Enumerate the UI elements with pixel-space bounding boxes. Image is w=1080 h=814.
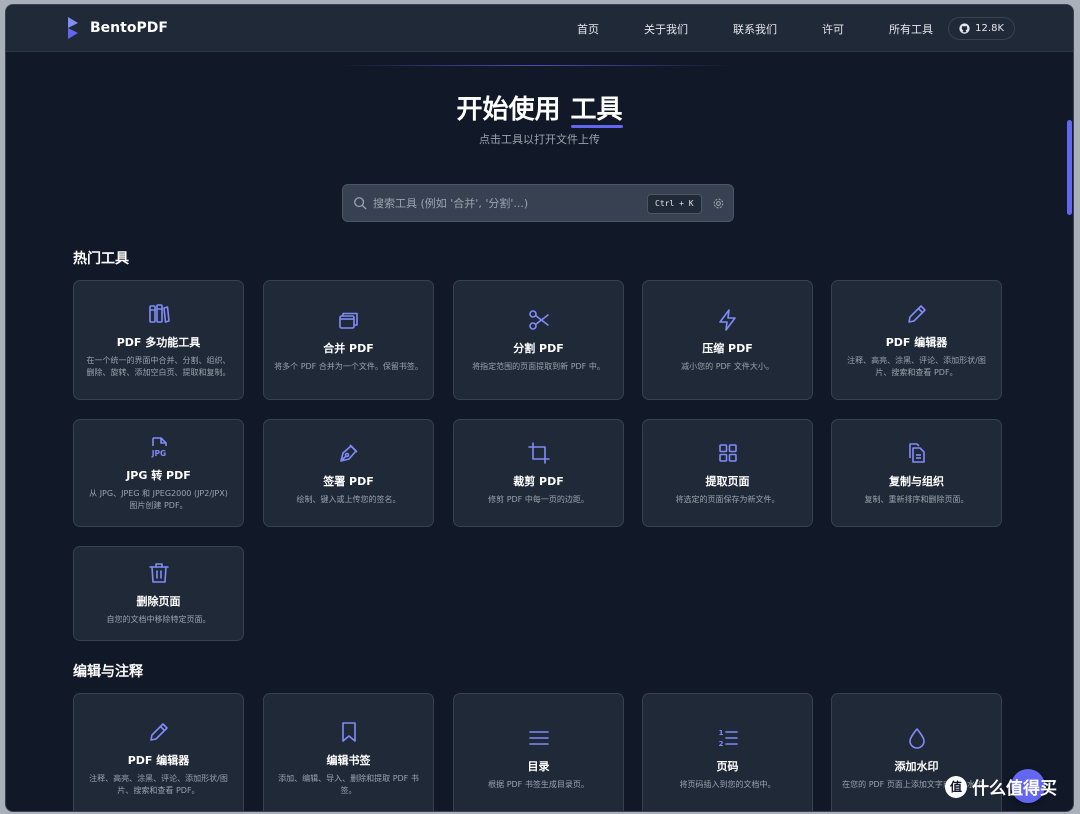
tool-card-table-of-contents[interactable]: 目录 根据 PDF 书签生成目录页。 (453, 693, 624, 811)
tool-card-pdf-editor-2[interactable]: PDF 编辑器 注释、高亮、涂黑、评论、添加形状/图片、搜索和查看 PDF。 (73, 693, 244, 811)
tool-card-title: 压缩 PDF (702, 341, 753, 355)
tool-card-sign-pdf[interactable]: 签署 PDF 绘制、键入或上传您的签名。 (263, 419, 434, 527)
bookmark-icon (341, 721, 356, 742)
tool-card-title: 添加水印 (894, 759, 939, 773)
pencil-icon (907, 304, 926, 323)
tool-card-desc: 复制、重新排序和删除页面。 (864, 494, 969, 504)
pencil-icon (149, 722, 168, 741)
tool-card-pdf-multi-tool[interactable]: PDF 多功能工具 在一个统一的界面中合并、分割、组织、删除、旋转、添加空白页、… (73, 280, 244, 400)
tool-card-desc: 绘制、键入或上传您的签名。 (296, 494, 401, 504)
watermark-logo: 值 (945, 775, 967, 798)
bento-logo-icon (68, 17, 78, 39)
tool-card-title: PDF 编辑器 (127, 753, 190, 767)
header-divider (336, 65, 736, 66)
github-icon (959, 23, 970, 34)
nav-contact[interactable]: 联系我们 (733, 21, 777, 37)
tool-card-copy-organize[interactable]: 复制与组织 复制、重新排序和删除页面。 (831, 419, 1002, 527)
tool-card-desc: 自您的文档中移除特定页面。 (106, 615, 211, 624)
multi-tool-icon (148, 303, 170, 323)
tool-card-title: PDF 多功能工具 (116, 335, 201, 349)
tool-card-desc: 在一个统一的界面中合并、分割、组织、删除、旋转、添加空白页、提取和复制。 (86, 355, 231, 377)
tool-card-desc: 修剪 PDF 中每一页的边距。 (488, 494, 589, 504)
tool-card-desc: 将多个 PDF 合并为一个文件。保留书签。 (274, 361, 423, 371)
search-icon (354, 197, 367, 210)
grid-icon (718, 443, 737, 462)
tool-card-title: 提取页面 (705, 474, 750, 488)
tool-card-title: 合并 PDF (323, 341, 374, 355)
tool-card-pdf-editor[interactable]: PDF 编辑器 注释、高亮、涂黑、评论、添加形状/图片、搜索和查看 PDF。 (831, 280, 1002, 400)
nav-license[interactable]: 许可 (822, 21, 844, 37)
github-stars-button[interactable]: 12.8K (948, 17, 1015, 40)
search-input[interactable] (373, 193, 633, 213)
tool-card-desc: 将页码插入到您的文档中。 (679, 779, 776, 789)
tool-card-title: PDF 编辑器 (885, 335, 948, 349)
tool-card-desc: 减小您的 PDF 文件大小。 (681, 361, 774, 371)
pen-nib-icon (339, 443, 358, 462)
tool-card-title: 编辑书签 (326, 753, 371, 767)
tool-card-desc: 将选定的页面保存为新文件。 (675, 494, 780, 504)
tool-card-merge-pdf[interactable]: 合并 PDF 将多个 PDF 合并为一个文件。保留书签。 (263, 280, 434, 400)
tool-card-split-pdf[interactable]: 分割 PDF 将指定范围的页面提取到新 PDF 中。 (453, 280, 624, 400)
tool-card-title: 分割 PDF (513, 341, 564, 355)
tool-card-delete-pages[interactable]: 删除页面 自您的文档中移除特定页面。 (73, 546, 244, 641)
page-title-highlight: 工具 (570, 89, 623, 128)
merge-icon (338, 312, 358, 329)
droplet-icon (908, 727, 925, 749)
numbered-list-icon: 1 2 (718, 729, 738, 748)
site-watermark: 值 什么值得买 (945, 774, 1057, 799)
crop-icon (527, 441, 550, 464)
list-icon (528, 730, 549, 745)
jpg-file-icon: JPG (150, 436, 167, 458)
nav-home[interactable]: 首页 (577, 21, 599, 37)
tool-card-desc: 根据 PDF 书签生成目录页。 (488, 779, 589, 789)
brand[interactable]: BentoPDF (66, 17, 168, 39)
tool-card-edit-bookmarks[interactable]: 编辑书签 添加、编辑、导入、删除和提取 PDF 书签。 (263, 693, 434, 811)
tool-card-desc: 从 JPG、JPEG 和 JPEG2000 (JP2/JPX) 图片创建 PDF… (89, 488, 228, 510)
top-navbar: BentoPDF 首页 关于我们 联系我们 许可 所有工具 12.8K (6, 5, 1073, 52)
tool-card-title: 页码 (716, 759, 739, 773)
tool-card-title: 裁剪 PDF (513, 474, 564, 488)
tool-card-title: 复制与组织 (889, 474, 944, 488)
tool-card-compress-pdf[interactable]: 压缩 PDF 减小您的 PDF 文件大小。 (642, 280, 813, 400)
trash-icon (148, 563, 169, 583)
svg-text:1: 1 (718, 729, 723, 737)
section-title-edit: 编辑与注释 (73, 664, 143, 680)
tool-search-box: Ctrl + K (342, 184, 734, 222)
tool-card-title: JPG 转 PDF (126, 468, 191, 482)
tool-card-page-numbers[interactable]: 1 2 页码 将页码插入到您的文档中。 (642, 693, 813, 811)
watermark-text: 什么值得买 (972, 779, 1057, 799)
tool-card-title: 删除页面 (136, 595, 181, 608)
search-shortcut-badge: Ctrl + K (647, 194, 702, 214)
nav-about[interactable]: 关于我们 (644, 21, 688, 37)
svg-text:JPG: JPG (150, 449, 165, 458)
tool-card-title: 签署 PDF (323, 474, 374, 488)
tool-card-desc: 注释、高亮、涂黑、评论、添加形状/图片、搜索和查看 PDF。 (847, 355, 986, 377)
tool-card-jpg-to-pdf[interactable]: JPG JPG 转 PDF 从 JPG、JPEG 和 JPEG2000 (JP2… (73, 419, 244, 527)
scissors-icon (528, 309, 549, 330)
page-title-main: 开始使用 (456, 95, 561, 125)
gear-icon[interactable] (712, 197, 725, 210)
app-window: BentoPDF 首页 关于我们 联系我们 许可 所有工具 12.8K 开始使用… (5, 4, 1074, 812)
main-nav: 首页 关于我们 联系我们 许可 所有工具 (532, 5, 933, 52)
app-name: BentoPDF (90, 20, 168, 36)
scrollbar-thumb[interactable] (1067, 120, 1072, 215)
nav-all-tools[interactable]: 所有工具 (889, 21, 933, 37)
section-title-popular: 热门工具 (73, 251, 129, 267)
copy-pages-icon (908, 442, 925, 463)
tool-card-crop-pdf[interactable]: 裁剪 PDF 修剪 PDF 中每一页的边距。 (453, 419, 624, 527)
tool-card-desc: 注释、高亮、涂黑、评论、添加形状/图片、搜索和查看 PDF。 (89, 773, 228, 795)
tool-card-desc: 将指定范围的页面提取到新 PDF 中。 (472, 361, 605, 371)
tool-card-extract-pages[interactable]: 提取页面 将选定的页面保存为新文件。 (642, 419, 813, 527)
page-title: 开始使用 工具 (6, 89, 1073, 128)
page-subtitle: 点击工具以打开文件上传 (479, 133, 600, 146)
svg-text:2: 2 (718, 740, 723, 748)
lightning-icon (718, 308, 736, 331)
tool-card-desc: 添加、编辑、导入、删除和提取 PDF 书签。 (278, 773, 419, 795)
github-stars-count: 12.8K (975, 23, 1004, 34)
tool-card-title: 目录 (527, 759, 550, 773)
